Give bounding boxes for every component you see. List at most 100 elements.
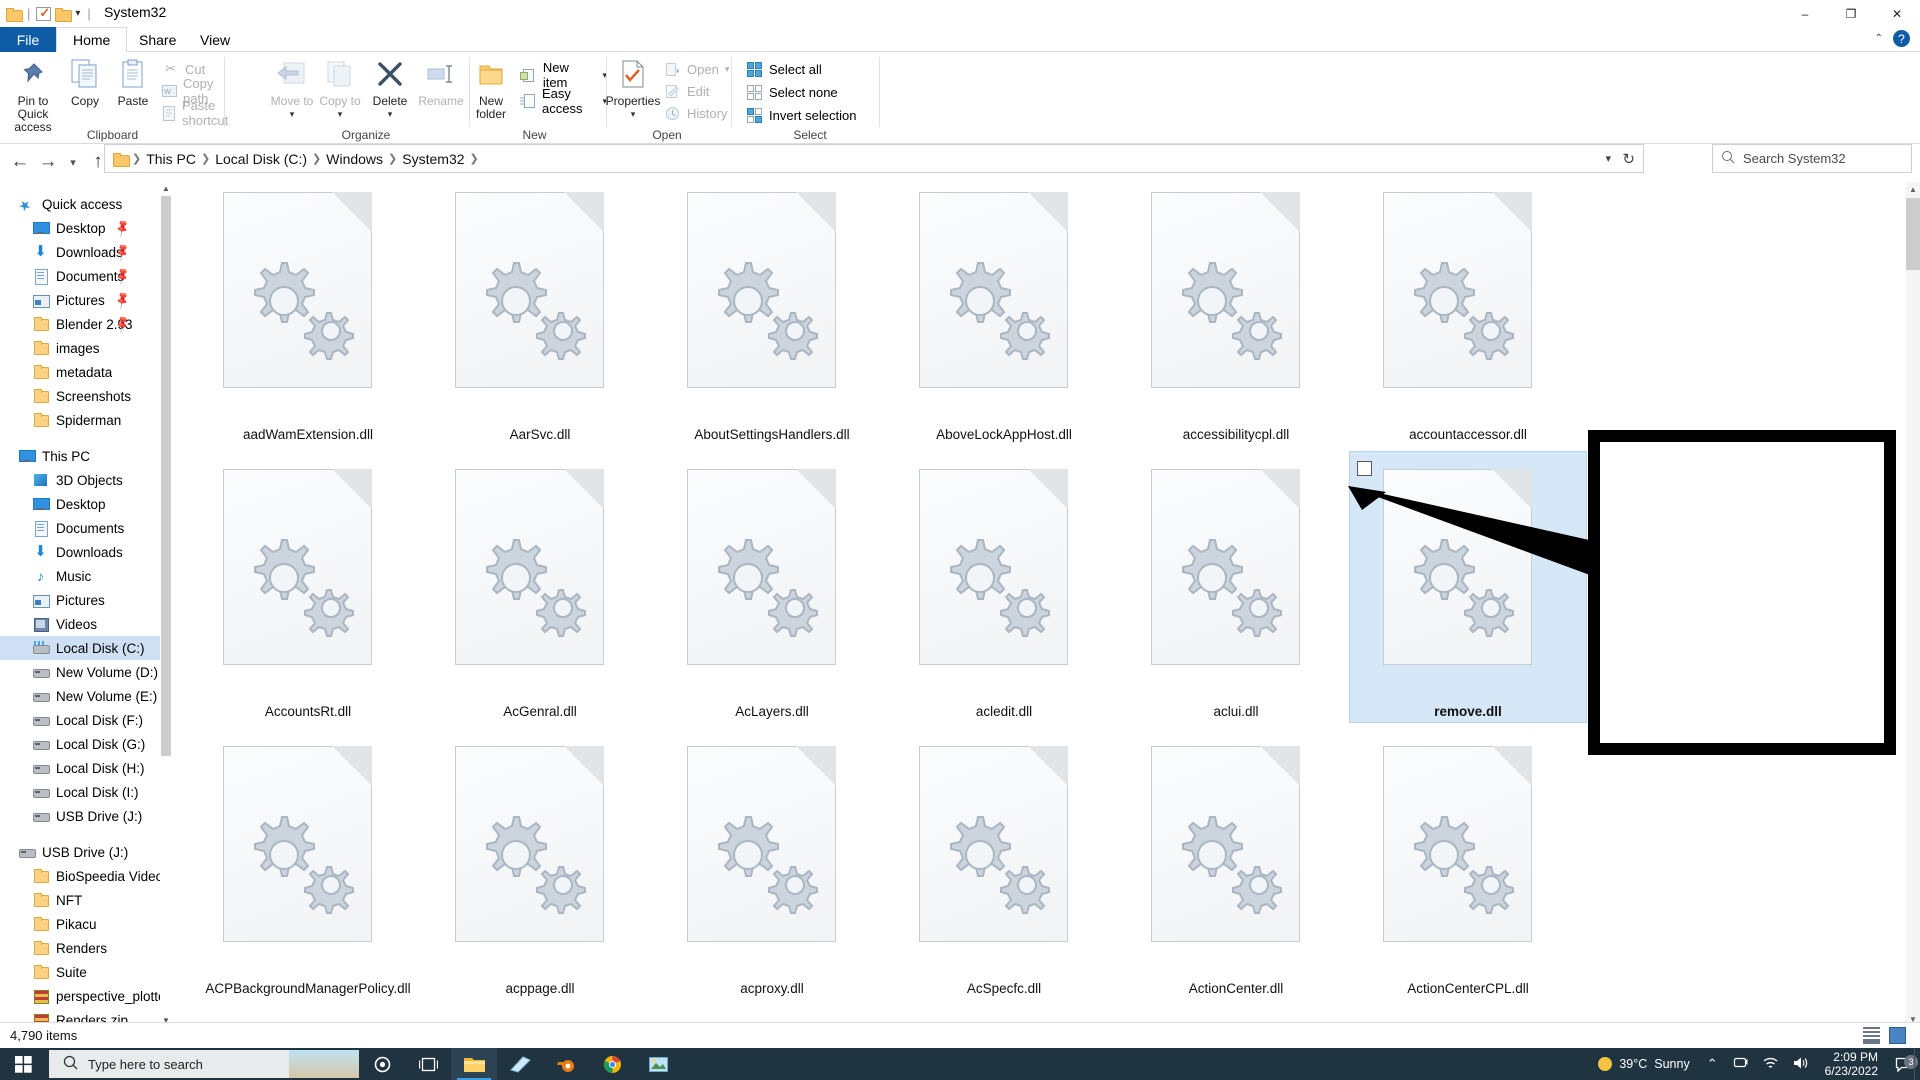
- chevron-up-icon[interactable]: ⌃: [1875, 33, 1883, 44]
- paste-button[interactable]: Paste: [110, 56, 156, 108]
- sidebar-item-pikacu[interactable]: Pikacu: [0, 912, 160, 936]
- sidebar-item-local-disk-f[interactable]: Local Disk (F:): [0, 708, 160, 732]
- tab-view[interactable]: View: [184, 27, 246, 52]
- large-icons-view-icon[interactable]: [1889, 1027, 1906, 1044]
- sidebar-item-screenshots[interactable]: Screenshots: [0, 384, 160, 408]
- close-button[interactable]: ✕: [1874, 0, 1920, 27]
- sidebar-item-pc-documents[interactable]: Documents: [0, 516, 160, 540]
- select-none-button[interactable]: Select none: [746, 81, 838, 103]
- file-tile[interactable]: AccountsRt.dll: [173, 451, 443, 729]
- tab-file[interactable]: File: [0, 27, 56, 52]
- invert-selection-button[interactable]: Invert selection: [746, 104, 856, 126]
- open-button[interactable]: Open ▾: [664, 58, 729, 80]
- paste-shortcut-button[interactable]: Paste shortcut: [162, 98, 231, 128]
- search-box[interactable]: Search System32: [1712, 144, 1912, 173]
- refresh-icon[interactable]: ↻: [1622, 150, 1635, 168]
- sidebar-item-images[interactable]: images: [0, 336, 160, 360]
- question-help-icon[interactable]: ?: [1893, 30, 1910, 47]
- show-desktop-button[interactable]: [1914, 1048, 1920, 1080]
- delete-button[interactable]: Delete ▾: [366, 56, 414, 121]
- sidebar-item-usb-drive-j[interactable]: USB Drive (J:): [0, 840, 160, 864]
- minimize-button[interactable]: –: [1782, 0, 1828, 27]
- move-to-caret-icon[interactable]: ▾: [266, 108, 318, 121]
- file-tile[interactable]: ActionCenter.dll: [1101, 728, 1371, 1006]
- file-tile[interactable]: AcSpecfc.dll: [869, 728, 1139, 1006]
- copy-button[interactable]: Copy: [62, 56, 108, 108]
- file-tile[interactable]: acppage.dll: [405, 728, 675, 1006]
- wifi-icon[interactable]: [1755, 1056, 1786, 1073]
- sidebar-item-this-pc[interactable]: This PC: [0, 444, 160, 468]
- sidebar-item-3d-objects[interactable]: 3D Objects: [0, 468, 160, 492]
- chrome-icon[interactable]: [589, 1048, 635, 1080]
- open-caret-icon[interactable]: ▾: [725, 64, 730, 75]
- cortana-circle-icon[interactable]: [359, 1048, 405, 1080]
- dropdown-arrow-icon[interactable]: ▾: [74, 8, 81, 19]
- new-folder-icon[interactable]: [55, 7, 73, 22]
- sidebar-item-documents[interactable]: Documents 📌: [0, 264, 160, 288]
- breadcrumb-windows[interactable]: Windows: [321, 151, 388, 167]
- sidebar-item-downloads[interactable]: ⬇ Downloads 📌: [0, 240, 160, 264]
- breadcrumb-system32[interactable]: System32: [397, 151, 469, 167]
- onedrive-icon[interactable]: [1725, 1056, 1755, 1073]
- edit-button[interactable]: Edit: [664, 80, 709, 102]
- forward-arrow-icon[interactable]: →: [34, 147, 62, 177]
- sidebar-item-renders[interactable]: Renders: [0, 936, 160, 960]
- pin-to-quick-access-button[interactable]: Pin to Quick access: [2, 56, 64, 134]
- new-folder-button[interactable]: New folder: [464, 56, 518, 121]
- weather-widget[interactable]: 39°C Sunny: [1588, 1057, 1699, 1071]
- file-tile[interactable]: aclui.dll: [1101, 451, 1371, 729]
- properties-check-icon[interactable]: [36, 5, 52, 21]
- sidebar-item-blender[interactable]: Blender 2.93 📌: [0, 312, 160, 336]
- history-button[interactable]: History: [664, 102, 727, 124]
- file-tile[interactable]: accessibilitycpl.dll: [1101, 182, 1371, 452]
- file-tile[interactable]: accountaccessor.dll: [1333, 182, 1603, 452]
- scroll-up-icon[interactable]: ▲: [1906, 182, 1920, 198]
- sidebar-item-local-disk-g[interactable]: Local Disk (G:): [0, 732, 160, 756]
- new-item-button[interactable]: New item ▾: [520, 60, 607, 90]
- file-tile[interactable]: ACPBackgroundManagerPolicy.dll: [173, 728, 443, 1006]
- breadcrumb[interactable]: ❯ This PC ❯ Local Disk (C:) ❯ Windows ❯ …: [104, 144, 1644, 173]
- blender-icon[interactable]: [543, 1048, 589, 1080]
- properties-caret-icon[interactable]: ▾: [604, 108, 662, 121]
- sidebar-item-local-disk-h[interactable]: Local Disk (H:): [0, 756, 160, 780]
- file-tile[interactable]: acledit.dll: [869, 451, 1139, 729]
- file-tile[interactable]: acproxy.dll: [637, 728, 907, 1006]
- sidebar-item-music[interactable]: ♪ Music: [0, 564, 160, 588]
- sidebar-item-biospeedia-videos[interactable]: BioSpeedia Videos: [0, 864, 160, 888]
- sidebar-item-local-disk-c[interactable]: Local Disk (C:): [0, 636, 160, 660]
- scrollbar-thumb[interactable]: [1906, 198, 1920, 270]
- delete-caret-icon[interactable]: ▾: [366, 108, 414, 121]
- file-tile[interactable]: aadWamExtension.dll: [173, 182, 443, 452]
- file-tile[interactable]: AboveLockAppHost.dll: [869, 182, 1139, 452]
- file-list-view[interactable]: aadWamExtension.dll AarSvc.dll AboutSett…: [173, 182, 1906, 1028]
- sidebar-item-pc-desktop[interactable]: Desktop: [0, 492, 160, 516]
- navigation-pane-scrollbar[interactable]: ▲ ▼: [160, 182, 172, 1028]
- sidebar-item-perspective-plotter[interactable]: perspective_plotter.v: [0, 984, 160, 1008]
- copy-to-caret-icon[interactable]: ▾: [314, 108, 366, 121]
- folder-icon[interactable]: [6, 7, 23, 22]
- sidebar-item-desktop[interactable]: Desktop 📌: [0, 216, 160, 240]
- sidebar-item-new-volume-e[interactable]: New Volume (E:): [0, 684, 160, 708]
- sidebar-item-usb-drive-j-child[interactable]: USB Drive (J:): [0, 804, 160, 828]
- sidebar-item-new-volume-d[interactable]: New Volume (D:): [0, 660, 160, 684]
- file-tile[interactable]: AcGenral.dll: [405, 451, 675, 729]
- rename-button[interactable]: Rename: [414, 56, 468, 108]
- sidebar-item-pc-downloads[interactable]: ⬇ Downloads: [0, 540, 160, 564]
- search-input[interactable]: Search System32: [1743, 151, 1846, 166]
- sidebar-item-videos[interactable]: Videos: [0, 612, 160, 636]
- volume-icon[interactable]: [1786, 1056, 1817, 1073]
- sidebar-item-metadata[interactable]: metadata: [0, 360, 160, 384]
- chevron-down-icon[interactable]: ▾: [1605, 152, 1611, 165]
- easy-access-button[interactable]: Easy access ▾: [520, 86, 607, 116]
- content-scrollbar[interactable]: ▲ ▼: [1906, 182, 1920, 1028]
- file-tile-selected[interactable]: remove.dll: [1333, 451, 1603, 729]
- copy-to-button[interactable]: Copy to ▾: [314, 56, 366, 121]
- properties-button[interactable]: Properties ▾: [604, 56, 662, 121]
- file-tile[interactable]: AarSvc.dll: [405, 182, 675, 452]
- sidebar-item-pictures[interactable]: Pictures 📌: [0, 288, 160, 312]
- breadcrumb-this-pc[interactable]: This PC: [141, 151, 201, 167]
- file-tile[interactable]: ActionCenterCPL.dll: [1333, 728, 1603, 1006]
- sidebar-item-suite[interactable]: Suite: [0, 960, 160, 984]
- select-all-button[interactable]: Select all: [746, 58, 822, 80]
- breadcrumb-local-disk-c[interactable]: Local Disk (C:): [210, 151, 312, 167]
